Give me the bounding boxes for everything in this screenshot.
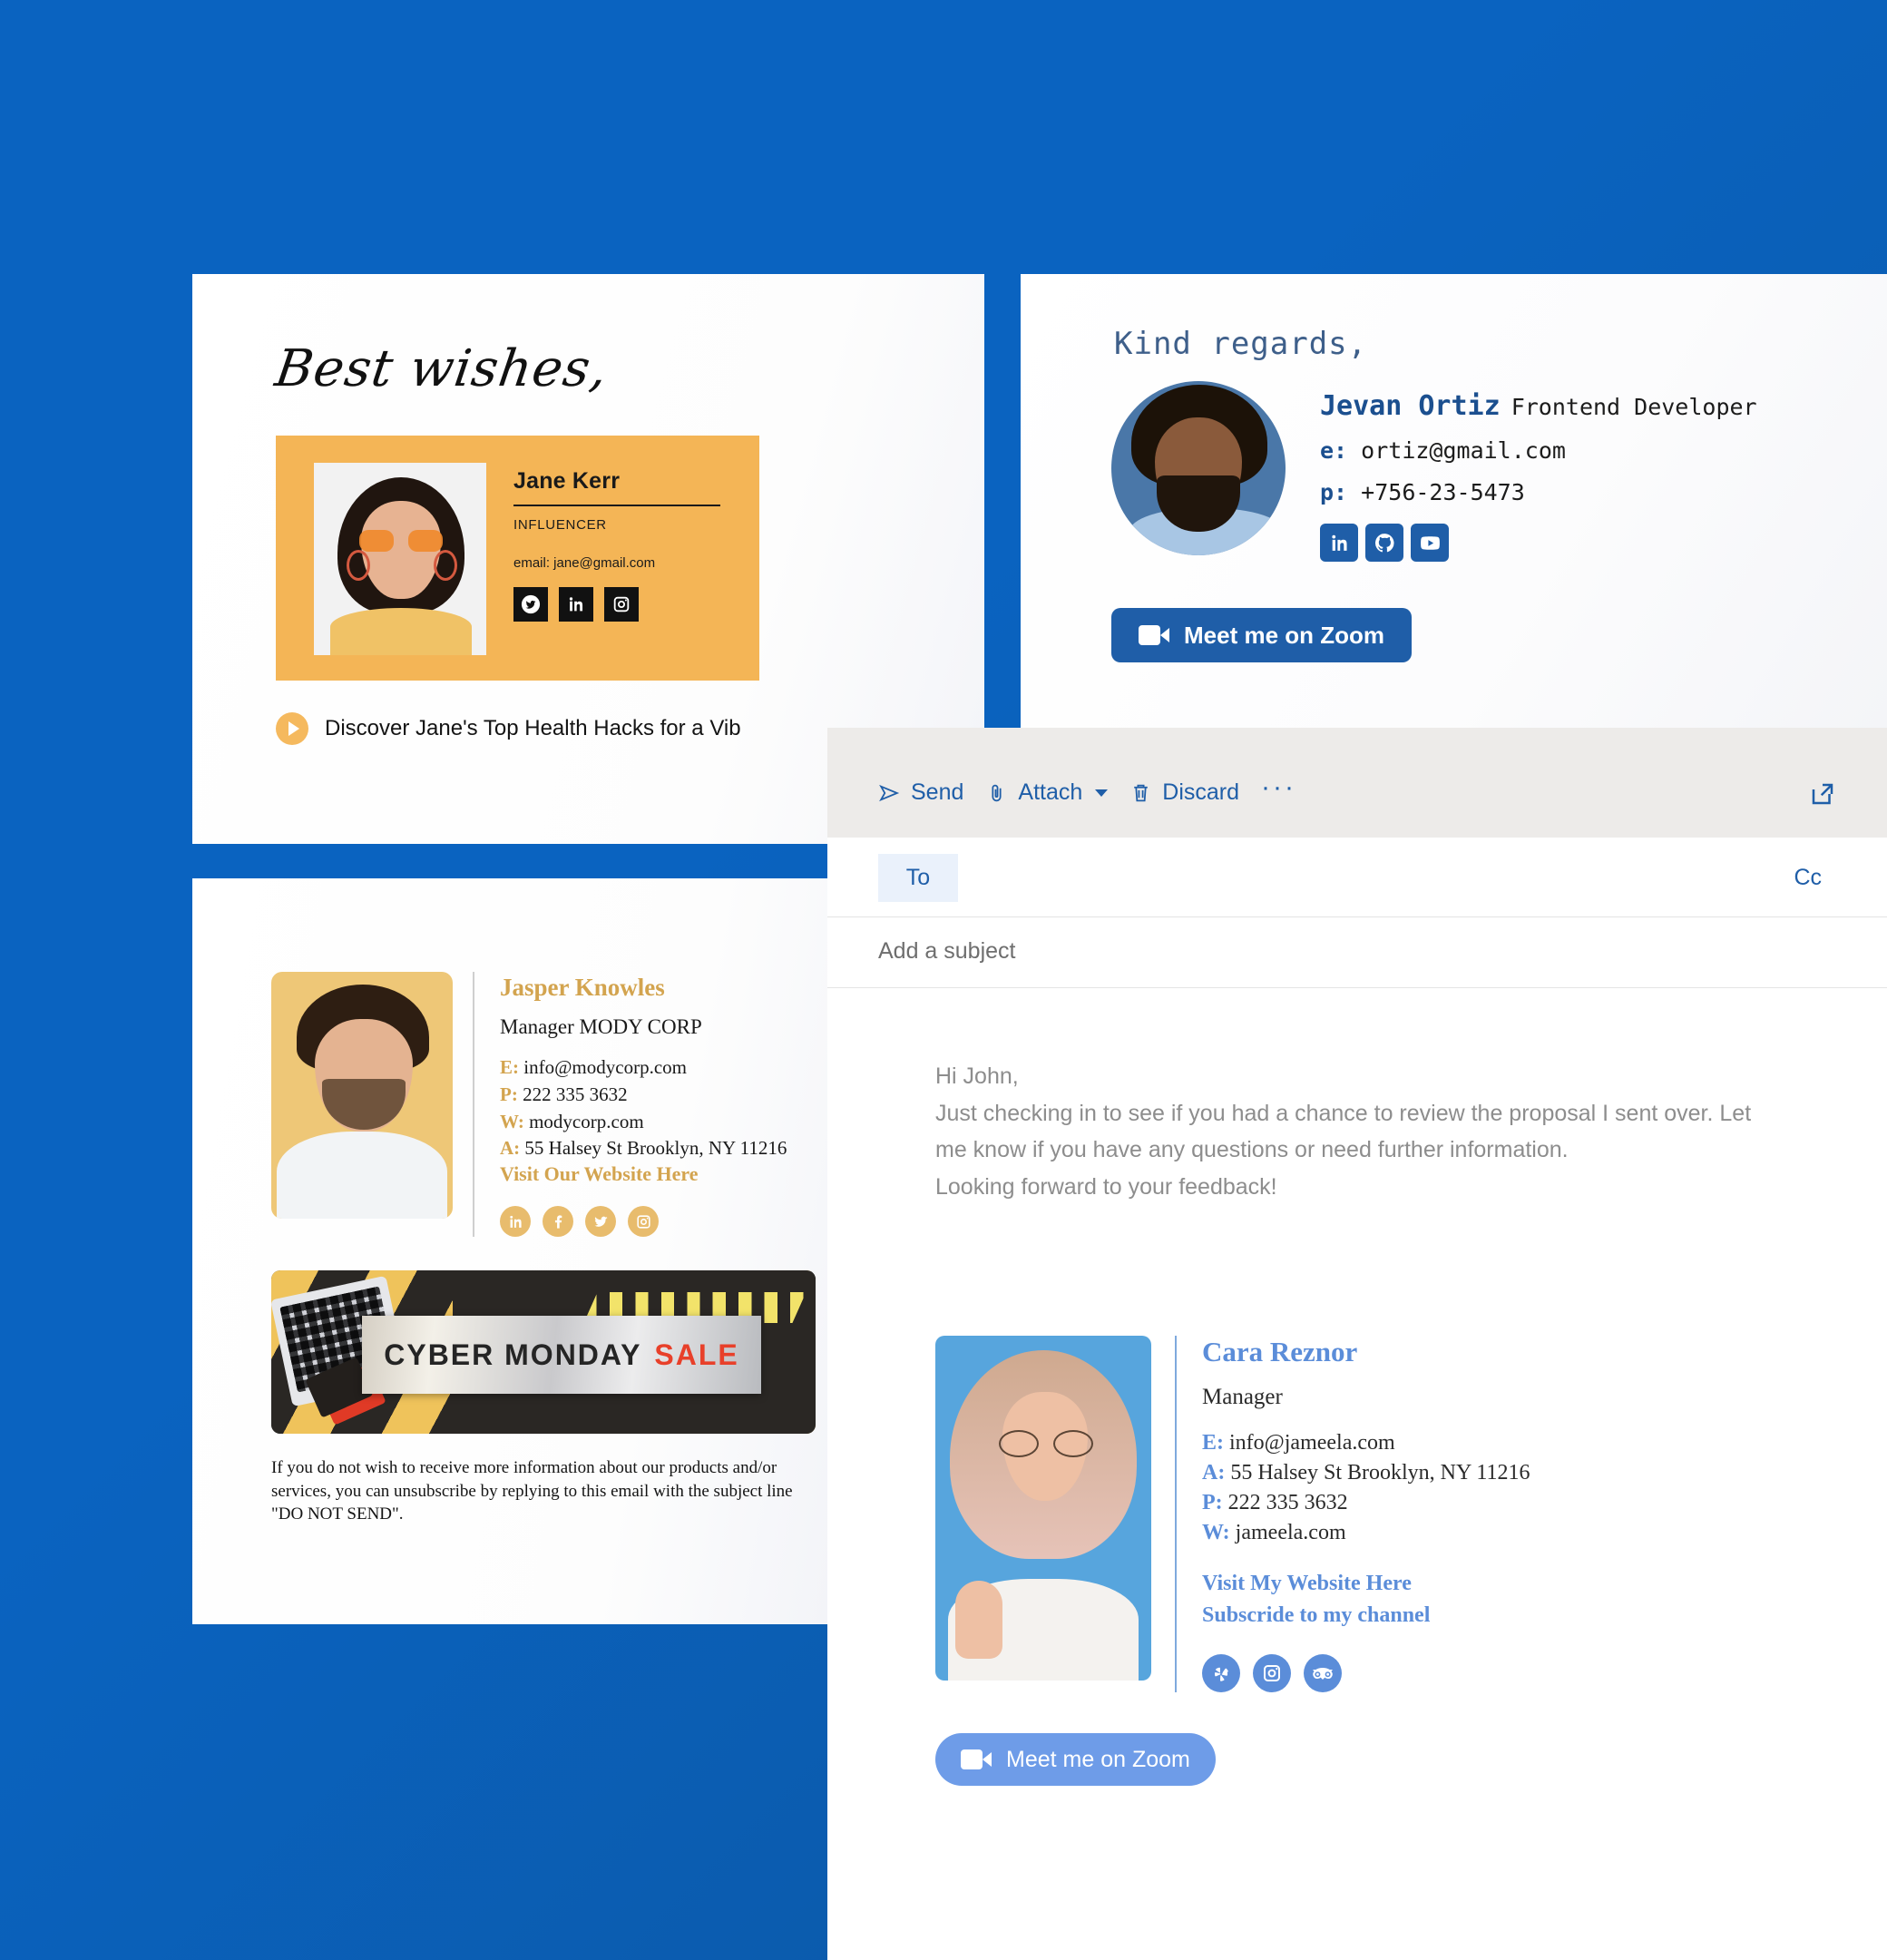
vertical-divider [1175, 1336, 1177, 1692]
video-camera-icon [1139, 625, 1169, 645]
divider-rule [513, 505, 720, 506]
pop-out-icon[interactable] [1809, 780, 1836, 812]
compose-toolbar: Send Attach Discard ··· [827, 728, 1887, 838]
cara-contact-list: E: info@jameela.com A: 55 Halsey St Broo… [1202, 1428, 1530, 1548]
jevan-social-links [1320, 524, 1757, 562]
jevan-email: ortiz@gmail.com [1361, 437, 1566, 464]
cara-reznor-role: Manager [1202, 1385, 1283, 1409]
instagram-icon[interactable] [1253, 1653, 1291, 1692]
twitter-icon[interactable] [513, 587, 548, 622]
jasper-contact-list: E: info@modycorp.com P: 222 335 3632 W: … [500, 1054, 787, 1162]
tripadvisor-icon[interactable] [1304, 1653, 1342, 1692]
jasper-knowles-name: Jasper Knowles [500, 974, 665, 1001]
yelp-icon[interactable] [1202, 1653, 1240, 1692]
play-icon [276, 712, 308, 745]
recipient-row: To Cc [827, 838, 1887, 917]
email-body[interactable]: Hi John, Just checking in to see if you … [935, 1058, 1752, 1205]
github-icon[interactable] [1365, 524, 1403, 562]
zoom-button-label: Meet me on Zoom [1006, 1746, 1190, 1772]
jevan-ortiz-signature-panel: Kind regards, Jevan Ortiz Frontend Devel… [1021, 274, 1887, 728]
jevan-ortiz-avatar [1111, 381, 1286, 555]
jane-kerr-name: Jane Kerr [513, 468, 621, 494]
jevan-ortiz-name: Jevan Ortiz [1320, 390, 1501, 422]
attach-button[interactable]: Attach [985, 779, 1109, 806]
jane-kerr-email: email: jane@gmail.com [513, 555, 656, 571]
body-line: Looking forward to your feedback! [935, 1173, 1277, 1200]
jasper-knowles-title: Manager MODY CORP [500, 1015, 702, 1038]
body-line: Just checking in to see if you had a cha… [935, 1100, 1752, 1163]
instagram-icon[interactable] [604, 587, 639, 622]
video-camera-icon [961, 1749, 992, 1769]
contact-row: A: 55 Halsey St Brooklyn, NY 11216 [1202, 1461, 1530, 1485]
jane-promo-link[interactable]: Discover Jane's Top Health Hacks for a V… [276, 712, 741, 745]
cyber-monday-banner[interactable]: CYBER MONDAY SALE [271, 1270, 816, 1434]
unsubscribe-disclaimer: If you do not wish to receive more infor… [271, 1458, 793, 1524]
linkedin-icon[interactable] [1320, 524, 1358, 562]
body-line: Hi John, [935, 1063, 1019, 1089]
email-label: e: [1320, 437, 1348, 464]
contact-row: P: 222 335 3632 [500, 1083, 628, 1105]
cara-reznor-name: Cara Reznor [1202, 1336, 1358, 1367]
twitter-icon[interactable] [585, 1206, 616, 1238]
contact-row: W: jameela.com [1202, 1521, 1346, 1545]
closing-salutation: Best wishes, [271, 339, 612, 398]
banner-sale-text: SALE [654, 1338, 739, 1371]
jane-kerr-card: Jane Kerr INFLUENCER email: jane@gmail.c… [276, 436, 759, 681]
jasper-social-links [500, 1206, 787, 1238]
cara-reznor-avatar [935, 1336, 1151, 1681]
instagram-icon[interactable] [628, 1206, 659, 1238]
linkedin-icon[interactable] [500, 1206, 531, 1238]
jevan-phone-row: p: +756-23-5473 [1320, 479, 1757, 505]
contact-row: P: 222 335 3632 [1202, 1491, 1348, 1515]
discard-button[interactable]: Discard [1129, 779, 1239, 806]
linkedin-icon[interactable] [559, 587, 593, 622]
phone-label: p: [1320, 479, 1348, 505]
cc-button[interactable]: Cc [1794, 865, 1822, 891]
jevan-phone: +756-23-5473 [1361, 479, 1525, 505]
send-icon [879, 784, 900, 801]
email-compose-window: Send Attach Discard ··· To Cc Add a subj… [827, 728, 1887, 1960]
vertical-divider [473, 972, 474, 1238]
jasper-knowles-avatar [271, 972, 453, 1219]
more-options-button[interactable]: ··· [1261, 773, 1296, 804]
banner-headline: CYBER MONDAY [384, 1338, 642, 1371]
to-field[interactable]: To [878, 854, 958, 902]
youtube-icon[interactable] [1411, 524, 1449, 562]
contact-row: E: info@modycorp.com [500, 1056, 687, 1078]
jane-kerr-role: INFLUENCER [513, 517, 607, 533]
meet-me-on-zoom-button[interactable]: Meet me on Zoom [1111, 608, 1413, 662]
jane-kerr-avatar [314, 463, 486, 655]
meet-me-on-zoom-button[interactable]: Meet me on Zoom [935, 1733, 1216, 1786]
chevron-down-icon [1095, 789, 1109, 797]
jane-promo-text: Discover Jane's Top Health Hacks for a V… [325, 716, 741, 740]
jane-kerr-social-links [513, 587, 731, 622]
zoom-button-label: Meet me on Zoom [1184, 621, 1385, 649]
contact-row: E: info@jameela.com [1202, 1431, 1395, 1455]
cara-channel-link[interactable]: Subscride to my channel [1202, 1600, 1530, 1631]
cara-website-link[interactable]: Visit My Website Here [1202, 1568, 1530, 1599]
closing-salutation: Kind regards, [1114, 326, 1368, 362]
cara-social-links [1202, 1653, 1530, 1692]
subject-input[interactable]: Add a subject [878, 938, 1016, 965]
send-button[interactable]: Send [878, 779, 963, 806]
paperclip-icon [992, 784, 1002, 801]
cara-reznor-signature: Cara Reznor Manager E: info@jameela.com … [935, 1336, 1530, 1692]
trash-icon [1134, 784, 1149, 801]
contact-row: A: 55 Halsey St Brooklyn, NY 11216 [500, 1137, 787, 1160]
contact-row: W: modycorp.com [500, 1110, 644, 1132]
divider [827, 987, 1887, 988]
jevan-ortiz-role: Frontend Developer [1511, 394, 1757, 420]
facebook-icon[interactable] [543, 1206, 573, 1238]
jevan-email-row: e: ortiz@gmail.com [1320, 437, 1757, 464]
jasper-website-link[interactable]: Visit Our Website Here [500, 1162, 699, 1185]
